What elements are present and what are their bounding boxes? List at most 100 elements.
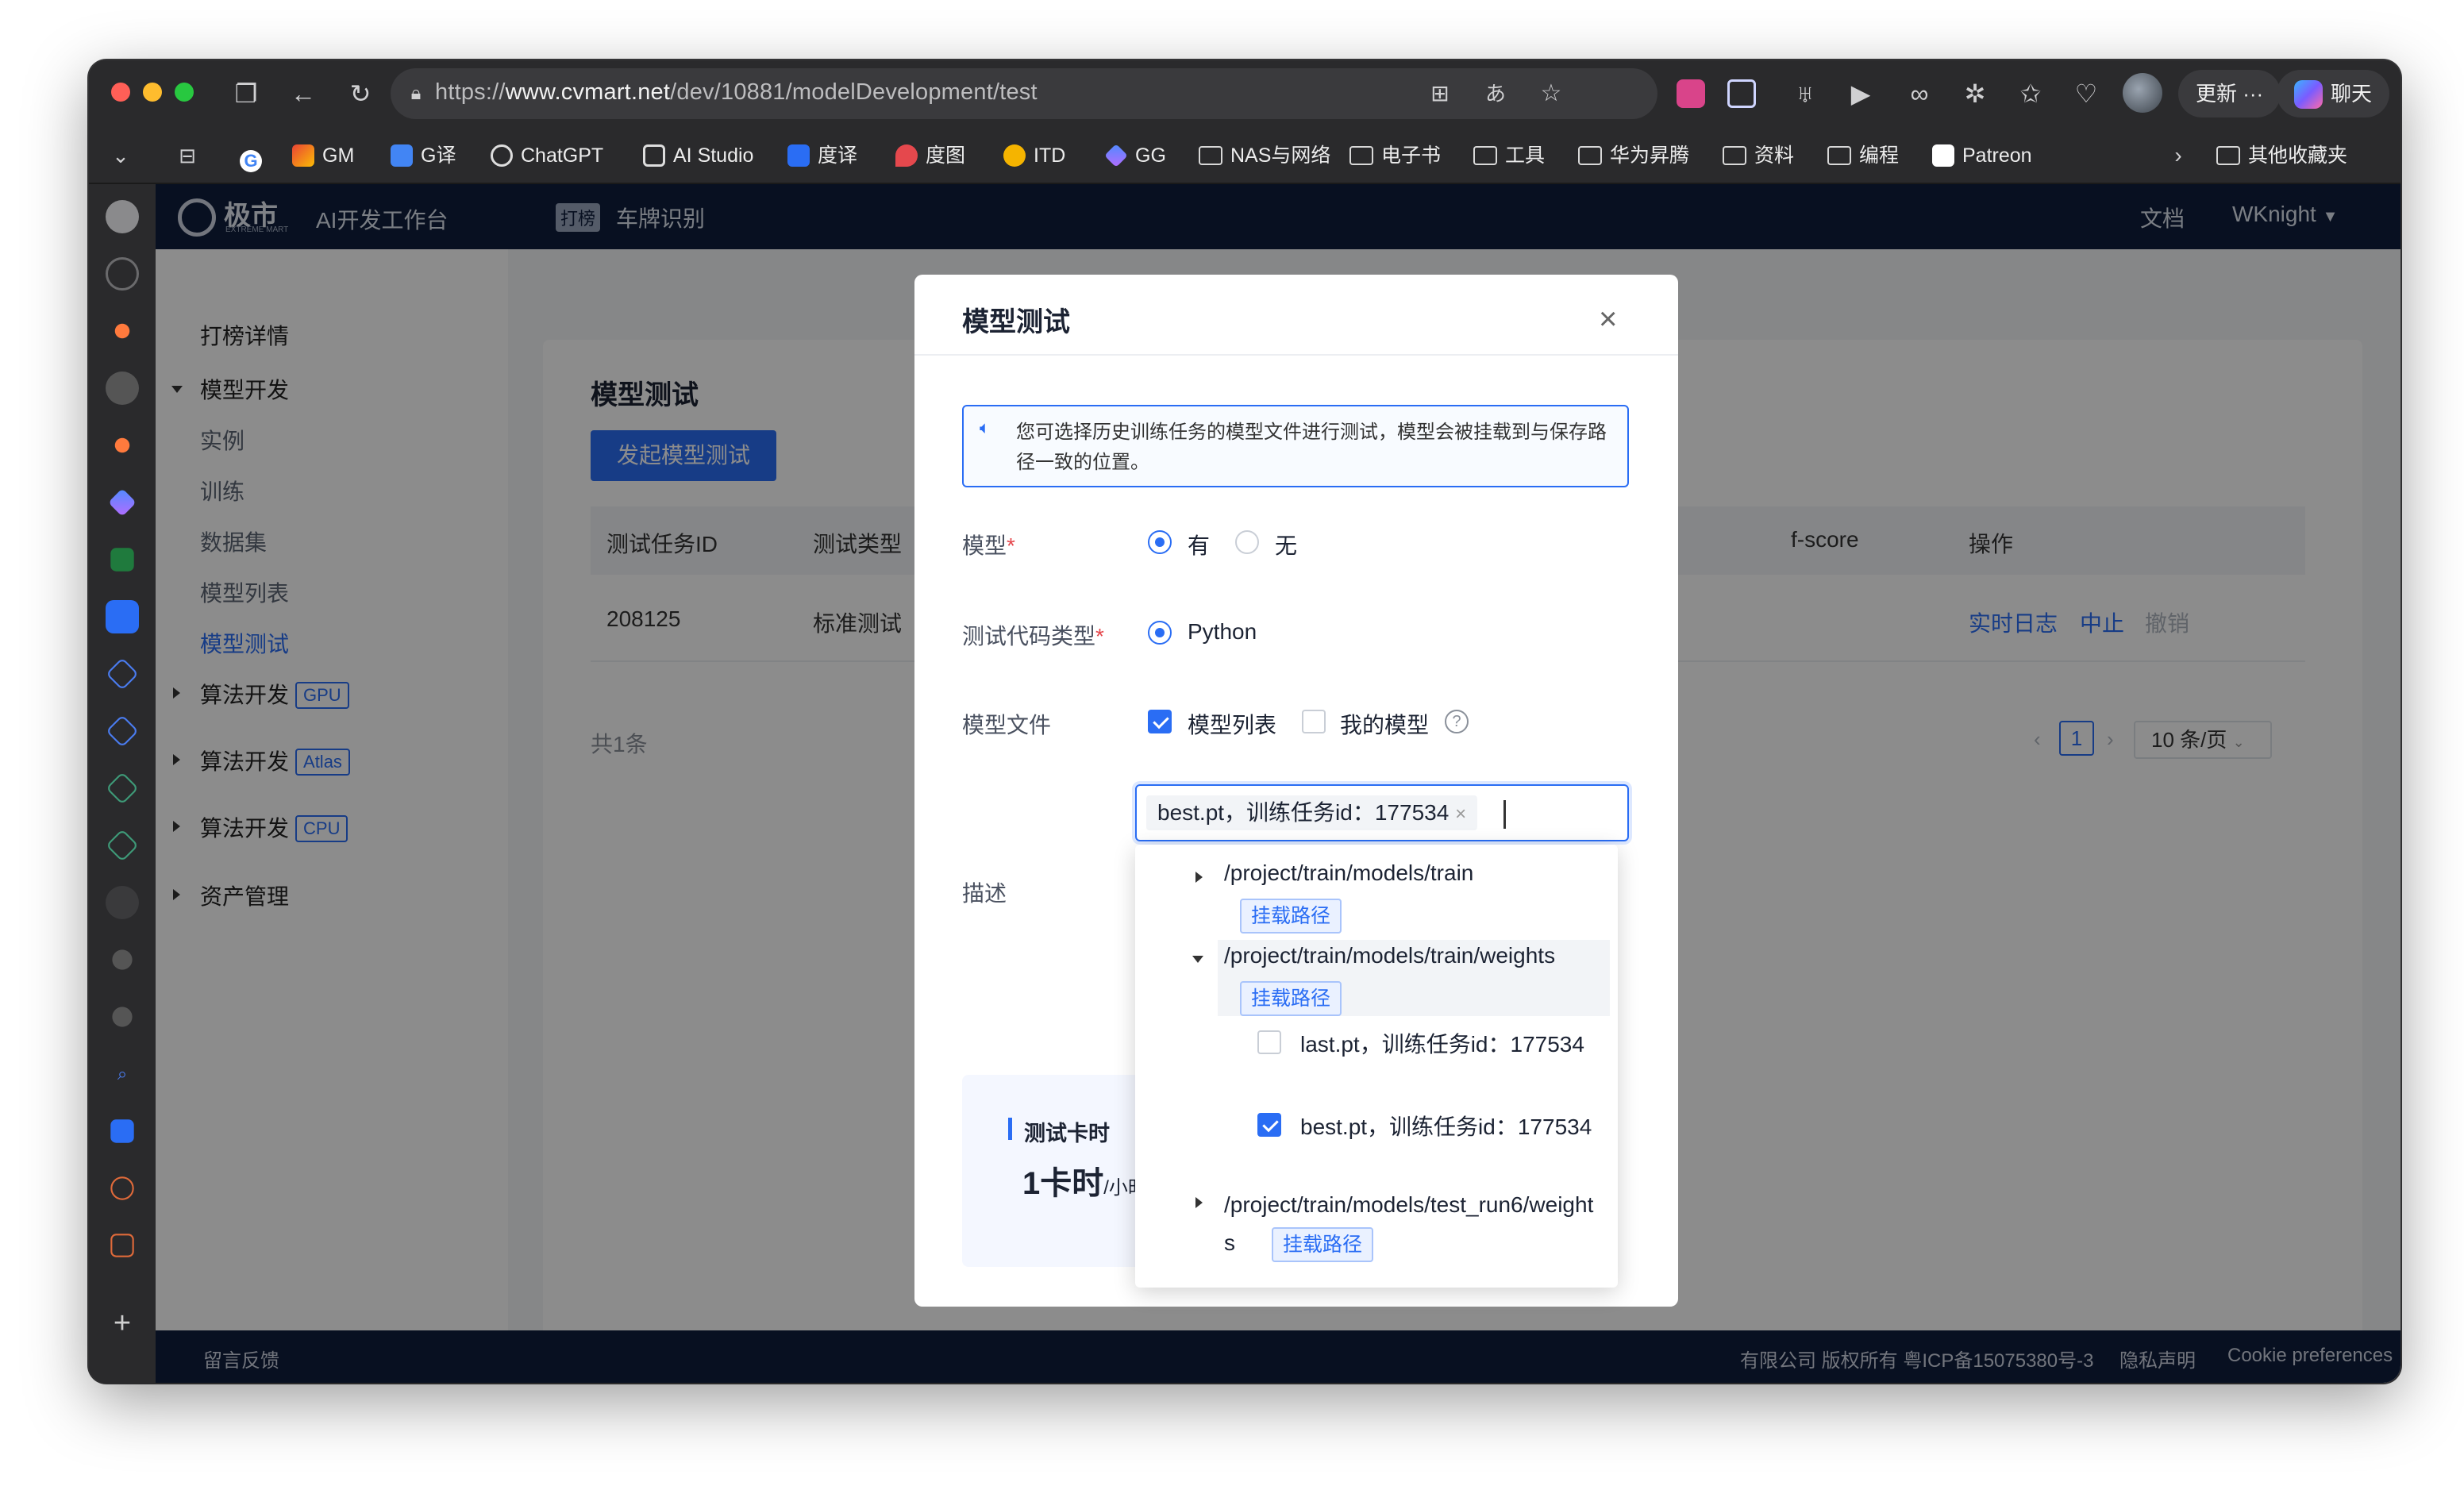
- bookmark-folder-nas[interactable]: NAS与网络: [1199, 141, 1330, 170]
- file-checkbox-best[interactable]: [1257, 1113, 1281, 1137]
- translate-icon[interactable]: あ: [1478, 76, 1513, 111]
- bookmark-gtranslate[interactable]: G译: [391, 141, 456, 170]
- tree-node-path[interactable]: /project/train/models/train: [1224, 860, 1473, 886]
- sidebar-app-icon-2[interactable]: [106, 372, 139, 405]
- modal-divider: [914, 354, 1678, 356]
- other-bookmarks[interactable]: 其他收藏夹: [2216, 141, 2347, 170]
- favorites-list-icon[interactable]: ✩: [2013, 76, 2048, 111]
- chevron-right-icon[interactable]: ›: [2161, 138, 2196, 173]
- extension-pink-icon[interactable]: [1677, 79, 1705, 108]
- sidebar-app-icon-7[interactable]: [106, 886, 139, 919]
- modal-title: 模型测试: [962, 307, 1070, 337]
- sidebar-app-icon-4[interactable]: [106, 714, 139, 748]
- reload-icon[interactable]: ↻: [343, 76, 378, 111]
- model-file-dropdown: /project/train/models/train 挂载路径 /projec…: [1135, 845, 1618, 1288]
- browser-sidebar: ⌕ +: [89, 184, 156, 1383]
- extension-card-icon[interactable]: [1727, 79, 1756, 108]
- file-checkbox-last[interactable]: [1257, 1030, 1281, 1054]
- sidebar-active-app-icon[interactable]: [106, 600, 139, 633]
- python-radio[interactable]: [1148, 621, 1172, 645]
- bookmark-baidu-translate[interactable]: 度译: [787, 141, 857, 170]
- model-no-radio[interactable]: [1235, 530, 1259, 554]
- profile-avatar[interactable]: [2123, 73, 2162, 113]
- tab-actions-icon[interactable]: ⊟: [170, 138, 205, 173]
- help-icon[interactable]: ?: [1445, 710, 1469, 733]
- model-list-checkbox[interactable]: [1148, 710, 1172, 733]
- sidebar-claude-icon-2[interactable]: [106, 429, 139, 462]
- sidebar-claude-icon[interactable]: [106, 314, 139, 348]
- my-model-checkbox[interactable]: [1302, 710, 1326, 733]
- model-label: 模型*: [962, 533, 1015, 558]
- sidebar-gemini-icon[interactable]: [108, 488, 137, 517]
- bookmark-folder-ebook[interactable]: 电子书: [1349, 141, 1441, 170]
- sidebar-app-icon-11[interactable]: [110, 1234, 134, 1257]
- sidebar-add-icon[interactable]: +: [106, 1307, 139, 1340]
- bookmark-aistudio[interactable]: AI Studio: [643, 141, 753, 170]
- speaker-icon: 🔈︎: [980, 418, 991, 437]
- map-pin-icon: [895, 144, 918, 167]
- address-bar[interactable]: 🔒︎ https://www.cvmart.net/dev/10881/mode…: [391, 68, 1657, 119]
- folder-icon: [1723, 146, 1746, 165]
- favorite-star-icon[interactable]: ☆: [1534, 76, 1569, 111]
- model-yes-radio[interactable]: [1148, 530, 1172, 554]
- file-name-best[interactable]: best.pt，训练任务id：177534: [1300, 1108, 1599, 1146]
- sidebar-app-icon-8[interactable]: [112, 949, 133, 970]
- sidebar-app-icon-10[interactable]: [110, 1176, 134, 1200]
- folder-icon: [1473, 146, 1497, 165]
- back-icon[interactable]: ←: [286, 76, 321, 111]
- sidebar-app-icon-3[interactable]: [106, 657, 139, 691]
- caret-down-icon[interactable]: [1192, 956, 1203, 963]
- file-name-last[interactable]: last.pt，训练任务id：177534: [1300, 1026, 1599, 1064]
- my-model-label: 我的模型: [1340, 713, 1430, 737]
- folder-icon: [1578, 146, 1602, 165]
- close-icon[interactable]: ×: [1599, 303, 1617, 335]
- extension-play-icon[interactable]: ▶: [1843, 76, 1878, 111]
- sidebar-sheet-icon[interactable]: [110, 548, 134, 572]
- model-file-select[interactable]: best.pt，训练任务id：177534 ×: [1135, 784, 1629, 841]
- bookmark-folder-ascend[interactable]: 华为昇腾: [1578, 141, 1689, 170]
- bookmark-itd[interactable]: ITD: [1003, 141, 1065, 170]
- bookmark-folder-coding[interactable]: 编程: [1827, 141, 1899, 170]
- caret-right-icon[interactable]: [1195, 1197, 1203, 1208]
- sidebar-chatgpt-icon[interactable]: [106, 257, 139, 291]
- tabs-overview-icon[interactable]: ❐: [229, 76, 264, 111]
- code-type-label: 测试代码类型*: [962, 624, 1104, 649]
- minimize-window-button[interactable]: [143, 83, 162, 102]
- bookmark-folder-docs[interactable]: 资料: [1723, 141, 1794, 170]
- sidebar-app-icon[interactable]: [106, 200, 139, 233]
- tree-node-path[interactable]: /project/train/models/train/weights: [1224, 943, 1555, 968]
- bookmark-google[interactable]: G: [240, 141, 270, 172]
- sidebar-app-icon-9[interactable]: [112, 1007, 133, 1027]
- google-icon: G: [240, 150, 262, 172]
- caret-right-icon[interactable]: [1195, 872, 1203, 883]
- patreon-icon: [1932, 144, 1954, 167]
- google-translate-icon: [391, 144, 413, 167]
- chevron-down-icon[interactable]: ⌄: [103, 138, 138, 173]
- bookmark-gm[interactable]: GM: [292, 141, 354, 170]
- split-view-icon[interactable]: ⊞: [1423, 76, 1457, 111]
- copilot-chat-button[interactable]: 聊天: [2277, 70, 2390, 117]
- bookmark-patreon[interactable]: Patreon: [1932, 141, 2032, 170]
- update-button[interactable]: 更新 ···: [2178, 70, 2281, 117]
- close-window-button[interactable]: [111, 83, 130, 102]
- sidebar-app-icon-6[interactable]: [106, 829, 139, 862]
- accent-bar: [1008, 1118, 1012, 1140]
- extension-glasses-icon[interactable]: ∞: [1902, 76, 1937, 111]
- tag-close-icon[interactable]: ×: [1455, 803, 1466, 825]
- extension-dragon-icon[interactable]: ♅: [1788, 76, 1823, 111]
- sidebar-search-icon[interactable]: ⌕: [106, 1057, 139, 1091]
- model-yes-label: 有: [1188, 533, 1211, 558]
- bookmark-folder-tools[interactable]: 工具: [1473, 141, 1545, 170]
- sidebar-zhihu-icon[interactable]: [110, 1119, 134, 1143]
- bookmark-gg[interactable]: GG: [1104, 141, 1166, 170]
- health-heart-icon[interactable]: ♡: [2069, 76, 2104, 111]
- bookmark-chatgpt[interactable]: ChatGPT: [491, 141, 603, 170]
- itd-icon: [1003, 144, 1026, 167]
- extensions-puzzle-icon[interactable]: ✲: [1958, 76, 1992, 111]
- zoom-window-button[interactable]: [175, 83, 194, 102]
- sidebar-app-icon-5[interactable]: [106, 772, 139, 805]
- mount-path-tag: 挂载路径: [1272, 1227, 1374, 1262]
- baidu-translate-icon: [787, 144, 810, 167]
- bookmark-baidu-map[interactable]: 度图: [895, 141, 965, 170]
- ai-studio-icon: [643, 144, 665, 167]
